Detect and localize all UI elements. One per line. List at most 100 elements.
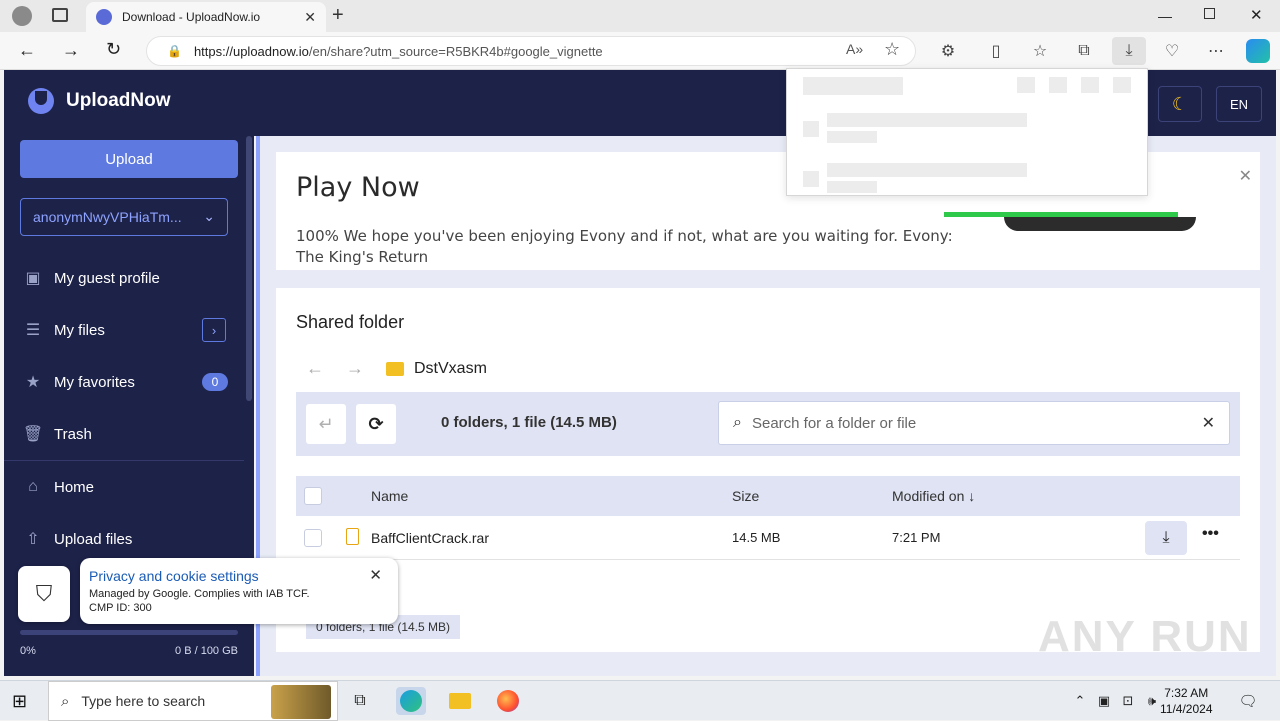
reload-icon[interactable]: ↻ (106, 39, 121, 60)
split-screen-icon[interactable]: ▯ (984, 39, 1008, 63)
select-all-checkbox[interactable] (304, 487, 322, 505)
back-icon[interactable]: ← (18, 40, 36, 61)
cookie-title[interactable]: Privacy and cookie settings (89, 568, 389, 584)
sidebar-item-upload-files[interactable]: ⇧ Upload files (22, 519, 232, 559)
close-cookie-icon[interactable]: ✕ (369, 566, 382, 584)
downloads-flyout (786, 68, 1148, 196)
brand-logo[interactable]: UploadNow (28, 88, 171, 114)
table-header: Name Size Modified on ↓ (296, 476, 1240, 516)
uploadnow-logo-icon (28, 88, 54, 114)
close-tab-icon[interactable]: ✕ (304, 9, 316, 26)
refresh-button[interactable]: ⟳ (356, 404, 396, 444)
downloads-icon[interactable]: ⤓ (1112, 37, 1146, 65)
privacy-shield-button[interactable]: ⛉ (18, 566, 70, 622)
forward-icon[interactable]: → (62, 40, 80, 61)
task-view-icon[interactable]: ⧉ (346, 687, 374, 715)
folder-back-icon[interactable]: ← (306, 358, 324, 379)
archive-file-icon (346, 528, 359, 545)
file-size: 14.5 MB (732, 530, 781, 545)
sidebar-item-label: My favorites (54, 373, 135, 391)
expand-arrow-icon[interactable]: › (202, 318, 226, 342)
sidebar-item-my-files[interactable]: ☰ My files › (22, 310, 232, 350)
moon-icon: ☾ (1171, 93, 1189, 114)
sidebar-item-favorites[interactable]: ★ My favorites 0 (22, 362, 232, 402)
ad-body: 100% We hope you've been enjoying Evony … (296, 227, 953, 266)
upload-icon: ⇧ (26, 531, 40, 548)
folder-name: DstVxasm (414, 359, 487, 377)
skeleton-item-line (827, 131, 877, 143)
url-host: https://uploadnow.io (193, 43, 309, 59)
minimize-icon[interactable]: — (1158, 8, 1172, 24)
sidebar-item-guest-profile[interactable]: ▣ My guest profile (22, 258, 232, 298)
firefox-icon[interactable] (494, 687, 522, 715)
windows-taskbar: ⊞ ⌕ Type here to search ⧉ ⌃ ▣ ⊡ 🕪 7:32 A… (0, 680, 1280, 721)
shield-icon: ⛉ (35, 581, 53, 606)
skeleton-action (1081, 77, 1099, 93)
new-tab-icon[interactable]: + (332, 4, 344, 27)
sidebar-scrollbar[interactable] (246, 136, 252, 566)
windows-start-icon[interactable]: ⊞ (12, 691, 27, 712)
skeleton-item-icon (803, 171, 819, 187)
taskbar-search[interactable]: ⌕ Type here to search (48, 681, 338, 721)
row-checkbox[interactable] (304, 529, 322, 547)
section-title: Shared folder (296, 312, 405, 332)
lock-icon: 🔒 (167, 44, 182, 58)
maximize-icon[interactable] (1204, 8, 1215, 19)
extensions-icon[interactable]: ⚙ (936, 39, 960, 63)
close-window-icon[interactable]: ✕ (1250, 6, 1263, 24)
storage-percent: 0% (20, 645, 36, 657)
copilot-icon[interactable] (1246, 39, 1270, 63)
account-select[interactable]: anonymNwyVPHiaTm... ⌄ (20, 198, 228, 236)
favorite-star-icon[interactable]: ☆ (884, 39, 900, 60)
language-label: EN (1229, 96, 1249, 112)
parent-folder-button[interactable]: ↵ (306, 404, 346, 444)
taskbar-clock[interactable]: 7:32 AM 11/4/2024 (1160, 685, 1213, 717)
tab-actions-icon[interactable] (52, 8, 68, 22)
notifications-icon[interactable]: 🗨 (1234, 687, 1262, 715)
skeleton-action (1017, 77, 1035, 93)
profile-icon[interactable] (12, 6, 32, 26)
dark-mode-toggle[interactable]: ☾ (1158, 86, 1202, 122)
sidebar-item-home[interactable]: ⌂ Home (22, 467, 232, 507)
download-button[interactable]: ⤓ (1145, 521, 1187, 555)
search-input[interactable] (751, 414, 1182, 432)
ad-cta-button[interactable] (1004, 217, 1196, 231)
column-size[interactable]: Size (732, 488, 759, 504)
files-toolbar: ↵ ⟳ 0 folders, 1 file (14.5 MB) ⌕ ✕ (296, 392, 1240, 456)
favorites-icon[interactable]: ☆ (1028, 39, 1052, 63)
more-options-icon[interactable]: ••• (1202, 525, 1219, 543)
close-ad-icon[interactable]: ✕ (1239, 166, 1252, 186)
folder-forward-icon[interactable]: → (346, 358, 364, 379)
upload-button[interactable]: Upload (20, 140, 238, 178)
trash-icon: 🗑 (22, 426, 44, 443)
ad-progress (944, 212, 1256, 231)
download-icon: ⤓ (1162, 529, 1170, 546)
table-row[interactable]: BaffClientCrack.rar 14.5 MB 7:21 PM ⤓ ••… (296, 516, 1240, 560)
settings-more-icon[interactable]: ⋯ (1204, 39, 1228, 63)
read-aloud-icon[interactable]: A» (846, 41, 863, 57)
language-button[interactable]: EN (1216, 86, 1262, 122)
scrollbar-thumb[interactable] (246, 136, 252, 401)
favorites-count-badge: 0 (202, 373, 228, 391)
url-field[interactable]: 🔒 https://uploadnow.io /en/share?utm_sou… (146, 36, 916, 66)
file-name[interactable]: BaffClientCrack.rar (371, 530, 489, 546)
browser-tab-active[interactable]: Download - UploadNow.io ✕ (86, 2, 326, 32)
folder-navigation: ← → DstVxasm (306, 358, 487, 379)
search-icon: ⌕ (61, 692, 70, 710)
clear-search-icon[interactable]: ✕ (1202, 413, 1215, 433)
clock-date: 11/4/2024 (1160, 702, 1213, 716)
tab-title: Download - UploadNow.io (122, 10, 261, 24)
profile-icon: ▣ (25, 270, 41, 287)
firefox-logo-icon (497, 690, 519, 712)
collections-icon[interactable]: ⧉ (1072, 39, 1096, 63)
skeleton-action (1113, 77, 1131, 93)
column-name[interactable]: Name (371, 488, 408, 504)
sidebar-item-label: Upload files (54, 530, 133, 548)
file-explorer-icon[interactable] (446, 687, 474, 715)
browser-essentials-icon[interactable]: ♡ (1160, 39, 1184, 63)
skeleton-item-line (827, 181, 877, 193)
edge-taskbar-icon[interactable] (396, 687, 426, 715)
column-modified[interactable]: Modified on ↓ (892, 488, 975, 504)
sidebar-item-trash[interactable]: 🗑 Trash (22, 414, 232, 454)
account-name: anonymNwyVPHiaTm... (33, 209, 182, 225)
